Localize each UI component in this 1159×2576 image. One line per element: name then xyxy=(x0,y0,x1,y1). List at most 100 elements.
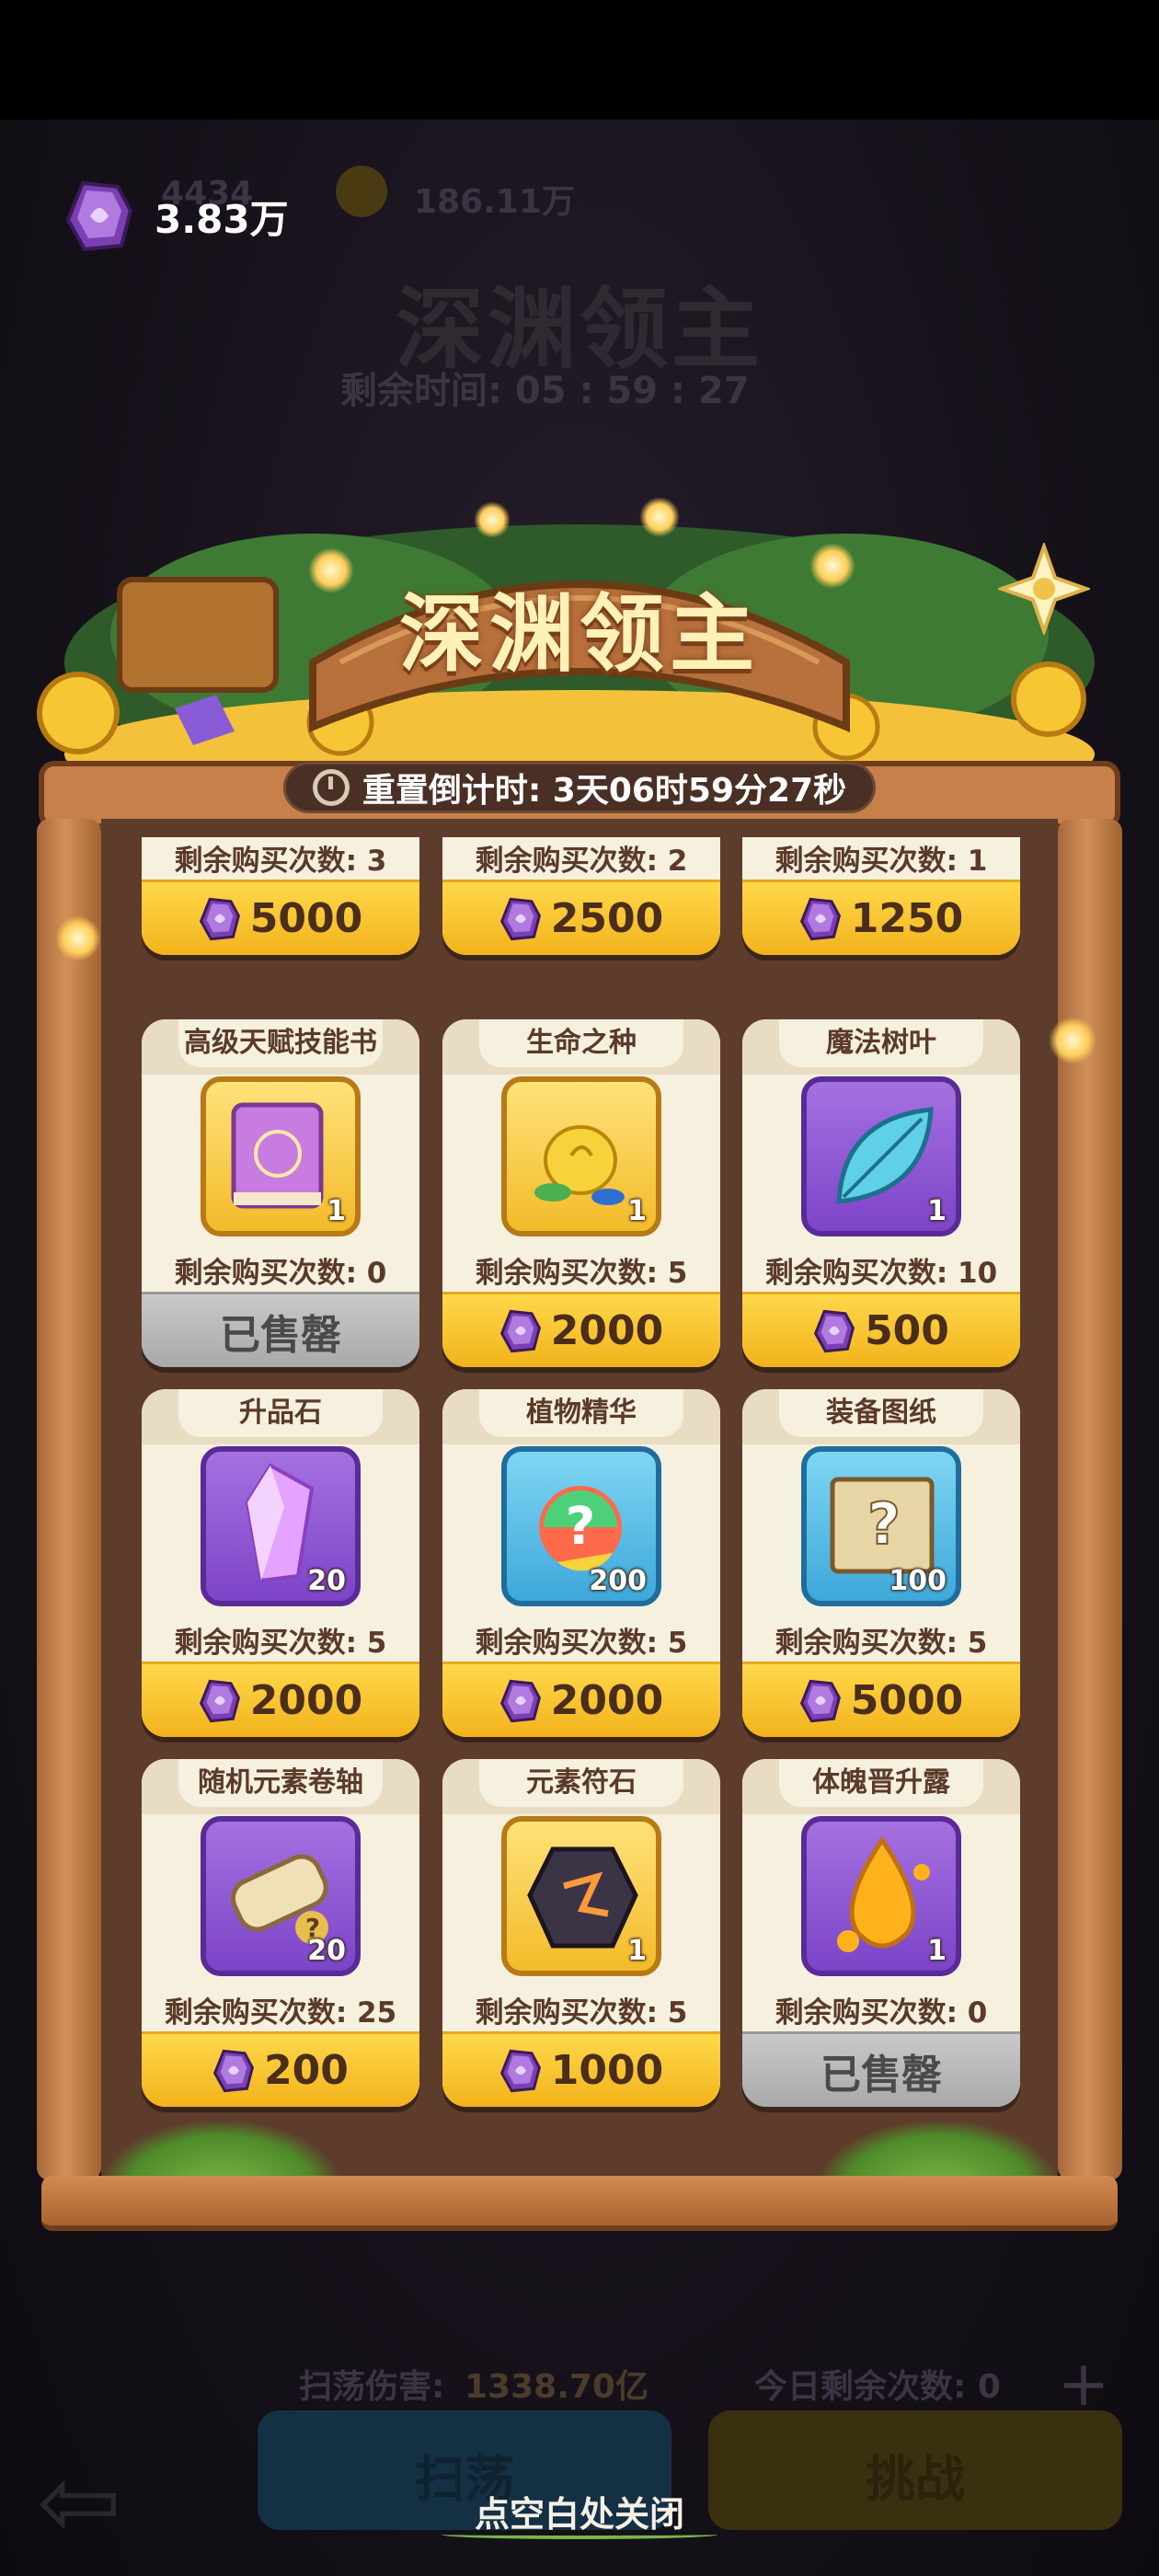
bg-sweep-value: 1338.70亿 xyxy=(465,2368,648,2406)
price-value: 200 xyxy=(264,2047,349,2094)
remaining-purchases: 剩余购买次数: 25 xyxy=(164,1996,397,2030)
abyss-gem-icon xyxy=(199,1679,241,1723)
shop-item-card[interactable]: 装备图纸? 100 剩余购买次数: 5 5000 xyxy=(742,1389,1020,1737)
status-bar xyxy=(0,0,1159,120)
buy-button[interactable]: 1000 xyxy=(442,2031,720,2107)
bg-timer: 剩余时间: 05 : 59 : 27 xyxy=(340,370,750,412)
buy-button[interactable]: 1250 xyxy=(742,880,1020,955)
item-name: 元素符石 xyxy=(479,1759,683,1807)
light-bulb xyxy=(809,543,855,589)
shop-item-card[interactable]: 5剩余购买次数: 35000 xyxy=(142,837,419,955)
abyss-gem-icon xyxy=(499,1309,542,1353)
sold-out-badge: 已售罄 xyxy=(742,2031,1020,2107)
item-icon-frame: ? 200 xyxy=(501,1446,661,1606)
remaining-purchases: 剩余购买次数: 10 xyxy=(764,1257,998,1290)
item-quantity: 100 xyxy=(889,1565,947,1597)
reset-countdown: 重置倒计时: 3天06时59分27秒 xyxy=(361,772,847,810)
game-screen[interactable]: 4434 186.11万 深渊领主 剩余时间: 05 : 59 : 27 扫荡伤… xyxy=(0,0,1159,2576)
remaining-purchases: 剩余购买次数: 5 xyxy=(475,1996,688,2030)
price-value: 5000 xyxy=(850,1677,964,1724)
gem-counter: 3.83万 xyxy=(64,179,289,253)
item-name: 装备图纸 xyxy=(779,1389,983,1437)
price-value: 500 xyxy=(865,1307,949,1354)
shop-item-card[interactable]: 高级天赋技能书 1 剩余购买次数: 0 已售罄 xyxy=(142,1019,419,1367)
abyss-gem-icon xyxy=(199,897,241,941)
remaining-purchases: 剩余购买次数: 5 xyxy=(475,1257,688,1290)
price-value: 2000 xyxy=(249,1677,363,1724)
shop-item-card[interactable]: 植物精华? 200 剩余购买次数: 5 2000 xyxy=(442,1389,720,1737)
remaining-purchases: 剩余购买次数: 2 xyxy=(475,845,688,878)
frame-post-left xyxy=(37,819,101,2180)
gem-count: 3.83万 xyxy=(155,196,289,242)
buy-button[interactable]: 500 xyxy=(742,1292,1020,1367)
abyss-gem-icon xyxy=(499,1679,542,1723)
bg-today-remaining: 今日剩余次数: 0 xyxy=(754,2368,1001,2406)
price-value: 1000 xyxy=(550,2047,664,2094)
light-bulb xyxy=(308,547,354,593)
shop-item-list[interactable]: 5剩余购买次数: 350005剩余购买次数: 225005剩余购买次数: 112… xyxy=(101,837,1058,2190)
abyss-gem-icon xyxy=(813,1309,855,1353)
remaining-purchases: 剩余购买次数: 5 xyxy=(174,1627,387,1660)
buy-button[interactable]: 5000 xyxy=(742,1662,1020,1737)
item-quantity: 200 xyxy=(589,1565,647,1597)
abyss-gem-icon xyxy=(64,179,134,253)
item-icon-frame: 1 xyxy=(201,1076,361,1236)
price-value: 5000 xyxy=(249,895,363,942)
item-name: 魔法树叶 xyxy=(779,1019,983,1067)
remaining-purchases: 剩余购买次数: 3 xyxy=(174,845,387,878)
shop-item-card[interactable]: 元素符石 1 剩余购买次数: 5 1000 xyxy=(442,1759,720,2107)
shop-title: 深渊领主 xyxy=(398,585,760,684)
sold-out-label: 已售罄 xyxy=(220,1311,341,1359)
sold-out-label: 已售罄 xyxy=(820,2051,942,2099)
light-bulb xyxy=(1049,1017,1096,1064)
abyss-gem-icon xyxy=(799,897,842,941)
frame-bottom-shelf xyxy=(41,2176,1118,2231)
shop-item-card[interactable]: 5剩余购买次数: 11250 xyxy=(742,837,1020,955)
item-name: 体魄晋升露 xyxy=(779,1759,983,1807)
buy-button[interactable]: 2000 xyxy=(142,1662,419,1737)
remaining-purchases: 剩余购买次数: 0 xyxy=(174,1257,387,1290)
shop-item-card[interactable]: 随机元素卷轴 ? 20 剩余购买次数: 25 200 xyxy=(142,1759,419,2107)
bg-plus-icon: ＋ xyxy=(1058,2358,1109,2418)
shop-item-card[interactable]: 体魄晋升露 1 剩余购买次数: 0 已售罄 xyxy=(742,1759,1020,2107)
buy-button[interactable]: 2500 xyxy=(442,880,720,955)
item-quantity: 1 xyxy=(627,1935,647,1967)
abyss-gem-icon xyxy=(499,2049,542,2093)
remaining-purchases: 剩余购买次数: 1 xyxy=(775,845,988,878)
buy-button[interactable]: 2000 xyxy=(442,1292,720,1367)
light-bulb xyxy=(55,915,101,961)
item-quantity: 1 xyxy=(627,1195,647,1227)
shop-item-card[interactable]: 5剩余购买次数: 22500 xyxy=(442,837,720,955)
light-bulb xyxy=(474,501,511,538)
shop-grid: 5剩余购买次数: 350005剩余购买次数: 225005剩余购买次数: 112… xyxy=(101,837,1058,2190)
shop-item-card[interactable]: 魔法树叶 1 剩余购买次数: 10 500 xyxy=(742,1019,1020,1367)
item-quantity: 1 xyxy=(927,1935,947,1967)
item-icon-frame: 1 xyxy=(501,1076,661,1236)
item-name: 生命之种 xyxy=(479,1019,683,1067)
shop-item-card[interactable]: 升品石 20 剩余购买次数: 5 2000 xyxy=(142,1389,419,1737)
item-quantity: 1 xyxy=(927,1195,947,1227)
item-name: 升品石 xyxy=(178,1389,383,1437)
abyss-gem-icon xyxy=(799,1679,842,1723)
close-hint-underline xyxy=(442,2530,717,2539)
sold-out-badge: 已售罄 xyxy=(142,1292,419,1367)
item-quantity: 1 xyxy=(327,1195,346,1227)
bg-coin-count: 186.11万 xyxy=(414,183,575,221)
close-hint[interactable]: 点空白处关闭 xyxy=(0,2486,1159,2536)
buy-button[interactable]: 5000 xyxy=(142,880,419,955)
svg-text:?: ? xyxy=(566,1497,595,1557)
light-bulb xyxy=(639,497,680,537)
buy-button[interactable]: 200 xyxy=(142,2031,419,2107)
item-icon-frame: 1 xyxy=(501,1816,661,1976)
item-quantity: 20 xyxy=(307,1935,346,1967)
bg-sweep-label: 扫荡伤害: xyxy=(299,2368,445,2406)
shop-item-card[interactable]: 生命之种 1 剩余购买次数: 5 2000 xyxy=(442,1019,720,1367)
item-name: 高级天赋技能书 xyxy=(178,1019,383,1067)
svg-text:?: ? xyxy=(867,1490,901,1558)
price-value: 2500 xyxy=(550,895,664,942)
buy-button[interactable]: 2000 xyxy=(442,1662,720,1737)
item-icon-frame: ? 20 xyxy=(201,1816,361,1976)
close-star-icon[interactable] xyxy=(998,543,1090,635)
remaining-purchases: 剩余购买次数: 5 xyxy=(775,1627,988,1660)
reset-countdown-bar: 重置倒计时: 3天06时59分27秒 xyxy=(283,762,876,813)
